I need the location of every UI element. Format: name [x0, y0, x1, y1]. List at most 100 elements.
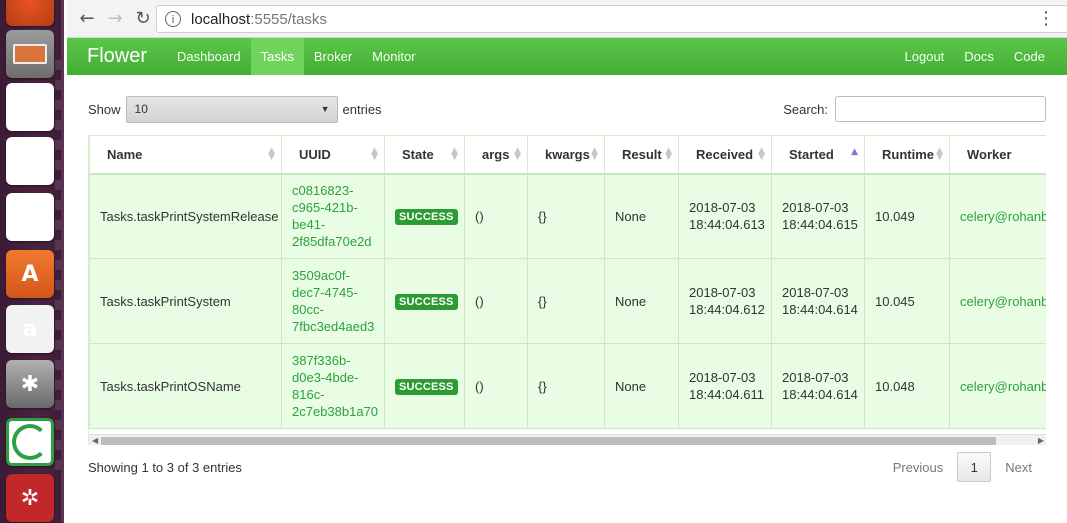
uuid-line: d0e3-4bde-	[292, 370, 359, 385]
task-result: None	[604, 343, 679, 429]
col-kwargs-label: kwargs	[545, 146, 590, 162]
col-header-started[interactable]: Started ▲	[771, 135, 865, 175]
task-worker-link[interactable]: celery@rohanba	[949, 343, 1046, 429]
nav-broker[interactable]: Broker	[304, 38, 362, 75]
task-started: 2018-07-03 18:44:04.614	[771, 343, 865, 429]
store-glyph: A	[21, 261, 39, 287]
task-uuid-link[interactable]: 3509ac0f-dec7-4745- 80cc- 7fbc3ed4aed3	[281, 258, 385, 344]
col-state-label: State	[402, 146, 434, 162]
writer-icon[interactable]: ▤	[6, 83, 54, 131]
table-header-row: Name ▲ ▼ UUID ▲ ▼ State ▲ ▼ args ▲ ▼ kwargs ▲ ▼ Re…	[89, 135, 1046, 175]
back-icon[interactable]: ←	[75, 7, 99, 31]
nav-docs[interactable]: Docs	[954, 38, 1004, 75]
task-worker-link[interactable]: celery@rohanba	[949, 173, 1046, 259]
page-size-select[interactable]: 10 ▼	[125, 95, 338, 123]
task-args: ()	[464, 173, 528, 259]
amazon-icon[interactable]: a	[6, 305, 54, 353]
horizontal-scrollbar[interactable]: ◀ ▶	[89, 434, 1046, 445]
web-app-icon[interactable]: ✲	[6, 474, 54, 522]
sort-icon: ▲ ▼	[371, 146, 378, 162]
col-args-label: args	[482, 146, 510, 162]
nav-tasks[interactable]: Tasks	[250, 38, 304, 75]
started-line: 2018-07-03	[782, 370, 849, 385]
task-args: ()	[464, 343, 528, 429]
uuid-line: dec7-4745-	[292, 285, 358, 300]
scroll-left-icon[interactable]: ◀	[92, 435, 98, 445]
col-header-kwargs[interactable]: kwargs ▲ ▼	[527, 135, 605, 175]
search-input[interactable]	[835, 96, 1046, 122]
nav-logout[interactable]: Logout	[895, 38, 955, 75]
table-row[interactable]: Tasks.taskPrintOSName 387f336b-d0e3-4bde-…	[89, 343, 1046, 429]
table-controls: Show 10 ▼ entries Search:	[88, 95, 1046, 123]
system-settings-icon[interactable]: ✱	[6, 360, 54, 408]
nav-dashboard[interactable]: Dashboard	[167, 38, 251, 75]
task-worker-link[interactable]: celery@rohanba	[949, 258, 1046, 344]
task-state: SUCCESS	[384, 343, 465, 429]
pagination: Previous 1 Next	[879, 452, 1046, 482]
impress-icon[interactable]: ▣	[6, 193, 54, 241]
status-badge: SUCCESS	[395, 378, 458, 395]
col-started-label: Started	[789, 146, 834, 162]
sort-icon: ▲ ▼	[451, 146, 458, 162]
ubuntu-launcher: ▤ ▦ ▣ A a ✱ ✲	[0, 0, 64, 523]
uuid-line: 2c7eb38b1a70	[292, 404, 379, 419]
files-icon[interactable]	[6, 30, 54, 78]
calc-icon[interactable]: ▦	[6, 137, 54, 185]
address-bar[interactable]: i localhost:5555/tasks ☆	[156, 5, 1067, 33]
col-header-state[interactable]: State ▲ ▼	[384, 135, 465, 175]
task-runtime: 10.045	[864, 258, 950, 344]
page-1-button[interactable]: 1	[957, 452, 992, 482]
brand-link[interactable]: Flower	[67, 45, 167, 68]
col-header-received[interactable]: Received ▲ ▼	[678, 135, 772, 175]
started-line: 18:44:04.615	[782, 217, 858, 233]
sort-icon: ▲ ▼	[758, 146, 765, 162]
ubuntu-dash-icon[interactable]	[6, 0, 54, 26]
software-center-icon[interactable]: A	[6, 250, 54, 298]
task-received: 2018-07-03 18:44:04.612	[678, 258, 772, 344]
col-header-worker[interactable]: Worker	[949, 135, 1046, 175]
site-info-icon[interactable]: i	[165, 11, 181, 27]
col-runtime-label: Runtime	[882, 146, 934, 162]
col-received-label: Received	[696, 146, 754, 162]
task-kwargs: {}	[527, 343, 605, 429]
col-header-result[interactable]: Result ▲ ▼	[604, 135, 679, 175]
col-header-args[interactable]: args ▲ ▼	[464, 135, 528, 175]
task-runtime: 10.049	[864, 173, 950, 259]
table-row[interactable]: Tasks.taskPrintSystem 3509ac0f-dec7-4745-…	[89, 258, 1046, 344]
scrollbar-thumb[interactable]	[101, 437, 996, 445]
task-kwargs: {}	[527, 173, 605, 259]
search-label: Search:	[783, 101, 828, 117]
col-header-runtime[interactable]: Runtime ▲ ▼	[864, 135, 950, 175]
uuid-line: 7fbc3ed4aed3	[292, 319, 375, 334]
table-footer: Showing 1 to 3 of 3 entries Previous 1 N…	[88, 451, 1046, 483]
table-row[interactable]: Tasks.taskPrintSystemRelease c0816823- c96…	[89, 173, 1046, 259]
tasks-table-container: Name ▲ ▼ UUID ▲ ▼ State ▲ ▼ args ▲ ▼ kwargs ▲ ▼ Re…	[88, 135, 1046, 445]
started-line: 18:44:04.614	[782, 387, 858, 402]
received-line: 2018-07-03	[689, 370, 756, 385]
forward-icon[interactable]: →	[103, 7, 127, 31]
scroll-right-icon[interactable]: ▶	[1038, 435, 1044, 445]
task-uuid-link[interactable]: 387f336b-d0e3-4bde- 816c- 2c7eb38b1a70	[281, 343, 385, 429]
tasks-content: Show 10 ▼ entries Search: Name ▲ ▼ UUID ▲ ▼ …	[88, 95, 1046, 483]
show-label: Show	[88, 101, 121, 117]
col-header-name[interactable]: Name ▲ ▼	[89, 135, 282, 175]
task-uuid-link[interactable]: c0816823- c965-421b-be41- 2f85dfa70e2d	[281, 173, 385, 259]
browser-menu-icon[interactable]: ⋮	[1037, 8, 1055, 29]
sort-icon: ▲ ▼	[514, 146, 521, 162]
next-button[interactable]: Next	[991, 460, 1046, 475]
task-name: Tasks.taskPrintSystemRelease	[89, 173, 282, 259]
sort-icon: ▲ ▼	[665, 146, 672, 162]
previous-button[interactable]: Previous	[879, 460, 958, 475]
nav-code[interactable]: Code	[1004, 38, 1067, 75]
flower-navbar: Flower Dashboard Tasks Broker Monitor Lo…	[67, 38, 1067, 75]
reload-icon[interactable]: ↻	[131, 7, 155, 31]
uuid-line: 387f336b-	[292, 353, 351, 368]
task-name: Tasks.taskPrintSystem	[89, 258, 282, 344]
received-line: 18:44:04.612	[689, 302, 765, 317]
browser-toolbar: ← → ↻ i localhost:5555/tasks ☆ ⋮	[67, 0, 1067, 38]
nav-monitor[interactable]: Monitor	[362, 38, 425, 75]
page-size-value: 10	[134, 102, 148, 116]
task-runtime: 10.048	[864, 343, 950, 429]
col-header-uuid[interactable]: UUID ▲ ▼	[281, 135, 385, 175]
circle-app-icon[interactable]	[6, 418, 54, 466]
